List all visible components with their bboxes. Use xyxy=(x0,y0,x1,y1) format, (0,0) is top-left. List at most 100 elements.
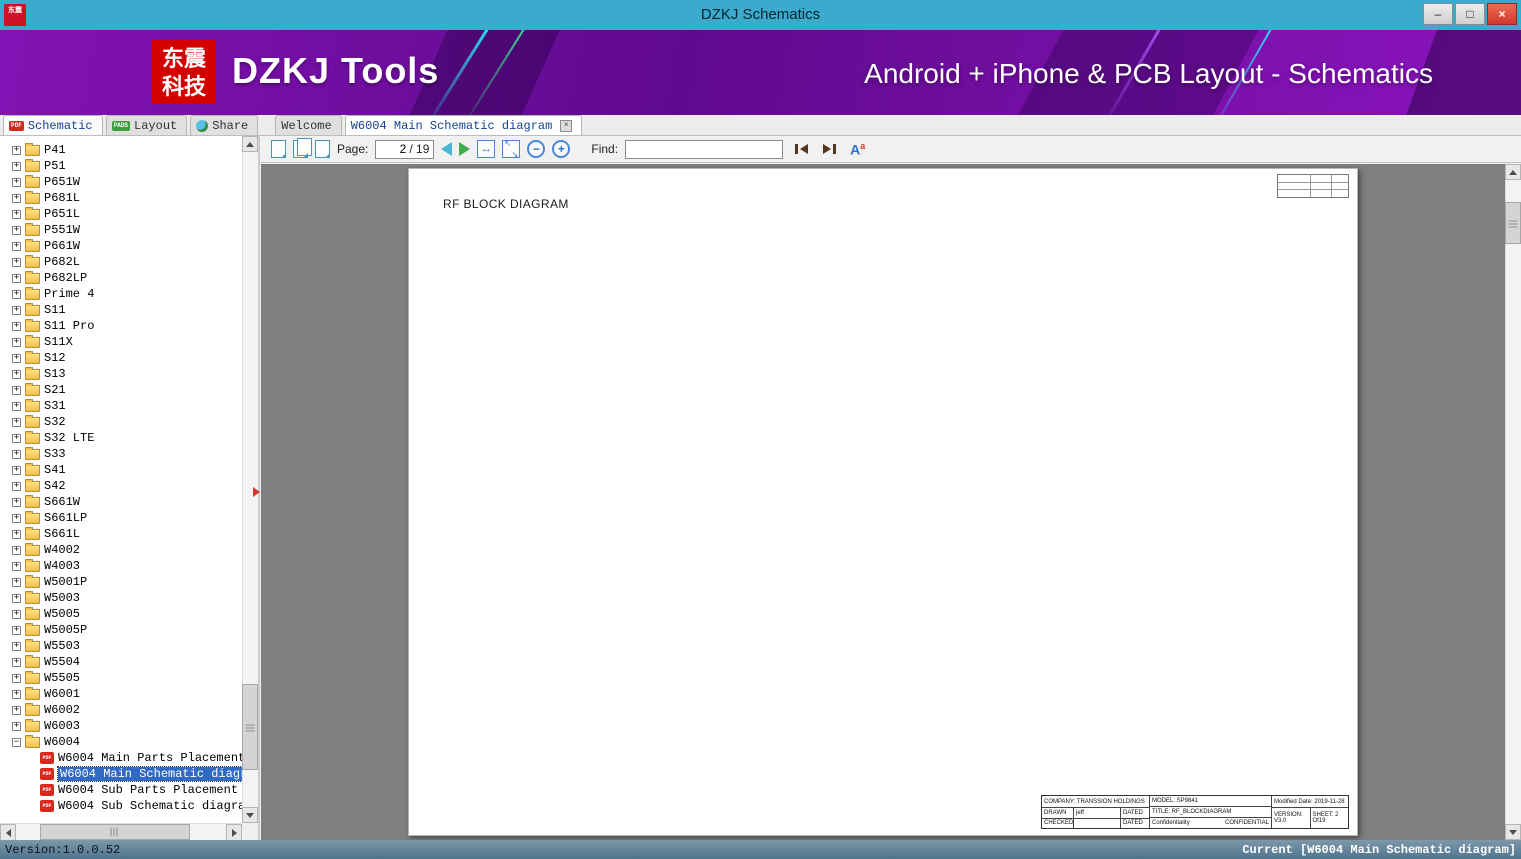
multi-page-icon[interactable] xyxy=(315,140,330,158)
expand-toggle-icon[interactable]: + xyxy=(12,274,21,283)
next-page-button[interactable] xyxy=(459,142,470,156)
scroll-left-button[interactable] xyxy=(0,824,16,841)
tree-folder-row[interactable]: +W4002 xyxy=(0,542,242,558)
expand-toggle-icon[interactable]: + xyxy=(12,338,21,347)
expand-toggle-icon[interactable]: + xyxy=(12,210,21,219)
expand-toggle-icon[interactable]: + xyxy=(12,642,21,651)
tree-folder-row[interactable]: +P51 xyxy=(0,158,242,174)
scroll-right-button[interactable] xyxy=(226,824,242,841)
expand-toggle-icon[interactable]: + xyxy=(12,322,21,331)
tree-folder-row[interactable]: +W5005P xyxy=(0,622,242,638)
tree-folder-row[interactable]: +S11X xyxy=(0,334,242,350)
expand-toggle-icon[interactable]: + xyxy=(12,482,21,491)
expand-toggle-icon[interactable]: + xyxy=(12,386,21,395)
scroll-down-button[interactable] xyxy=(242,807,258,823)
scrollbar-thumb[interactable] xyxy=(242,684,258,770)
expand-toggle-icon[interactable]: − xyxy=(12,738,21,747)
minimize-button[interactable]: – xyxy=(1423,3,1453,25)
tree-folder-row[interactable]: +S41 xyxy=(0,462,242,478)
scrollbar-thumb[interactable] xyxy=(1505,202,1521,244)
expand-toggle-icon[interactable]: + xyxy=(12,370,21,379)
expand-toggle-icon[interactable]: + xyxy=(12,434,21,443)
tree-folder-row[interactable]: +P651W xyxy=(0,174,242,190)
tree-file-row[interactable]: PDFW6004 Sub Parts Placement xyxy=(0,782,242,798)
scroll-up-button[interactable] xyxy=(242,136,258,152)
expand-toggle-icon[interactable]: + xyxy=(12,178,21,187)
tree-folder-row[interactable]: +S42 xyxy=(0,478,242,494)
expand-toggle-icon[interactable]: + xyxy=(12,242,21,251)
tree-folder-row[interactable]: +W5505 xyxy=(0,670,242,686)
expand-toggle-icon[interactable]: + xyxy=(12,306,21,315)
tree-folder-row[interactable]: +W5003 xyxy=(0,590,242,606)
expand-toggle-icon[interactable]: + xyxy=(12,402,21,411)
tree-horizontal-scrollbar[interactable] xyxy=(0,823,242,840)
expand-toggle-icon[interactable]: + xyxy=(12,146,21,155)
font-size-button[interactable]: Aa xyxy=(850,141,865,158)
expand-toggle-icon[interactable]: + xyxy=(12,610,21,619)
maximize-button[interactable]: □ xyxy=(1455,3,1485,25)
close-button[interactable]: × xyxy=(1487,3,1517,25)
tab-close-icon[interactable]: × xyxy=(560,120,572,132)
tree-folder-row[interactable]: +Prime 4 xyxy=(0,286,242,302)
tree-folder-row[interactable]: +W5001P xyxy=(0,574,242,590)
expand-toggle-icon[interactable]: + xyxy=(12,626,21,635)
tree-folder-row[interactable]: +P661W xyxy=(0,238,242,254)
expand-toggle-icon[interactable]: + xyxy=(12,354,21,363)
expand-toggle-icon[interactable]: + xyxy=(12,690,21,699)
find-previous-button[interactable] xyxy=(794,142,810,156)
zoom-in-button[interactable]: + xyxy=(552,140,570,158)
expand-toggle-icon[interactable]: + xyxy=(12,578,21,587)
tree-file-row[interactable]: PDFW6004 Sub Schematic diagram xyxy=(0,798,242,814)
tree-folder-row[interactable]: +S661LP xyxy=(0,510,242,526)
expand-toggle-icon[interactable]: + xyxy=(12,546,21,555)
tab-share[interactable]: Share xyxy=(190,115,258,135)
expand-toggle-icon[interactable]: + xyxy=(12,706,21,715)
expand-toggle-icon[interactable]: + xyxy=(12,530,21,539)
expand-toggle-icon[interactable]: + xyxy=(12,498,21,507)
tree-folder-row[interactable]: +P41 xyxy=(0,142,242,158)
expand-toggle-icon[interactable]: + xyxy=(12,258,21,267)
expand-toggle-icon[interactable]: + xyxy=(12,418,21,427)
tree-folder-row[interactable]: −W6004 xyxy=(0,734,242,750)
tree-folder-row[interactable]: +W6003 xyxy=(0,718,242,734)
expand-toggle-icon[interactable]: + xyxy=(12,658,21,667)
tree-folder-row[interactable]: +S661L xyxy=(0,526,242,542)
snapshot-icon[interactable] xyxy=(293,140,308,158)
tree-file-row[interactable]: PDFW6004 Main Parts Placement xyxy=(0,750,242,766)
tree-folder-row[interactable]: +W4003 xyxy=(0,558,242,574)
expand-toggle-icon[interactable]: + xyxy=(12,194,21,203)
tree-file-row[interactable]: PDFW6004 Main Schematic diagram xyxy=(0,766,242,782)
tree-folder-row[interactable]: +S661W xyxy=(0,494,242,510)
find-input[interactable] xyxy=(625,140,783,159)
tree-folder-row[interactable]: +W5005 xyxy=(0,606,242,622)
expand-toggle-icon[interactable]: + xyxy=(12,562,21,571)
tree-folder-row[interactable]: +P651L xyxy=(0,206,242,222)
tree-folder-row[interactable]: +P682LP xyxy=(0,270,242,286)
tree-folder-row[interactable]: +W5503 xyxy=(0,638,242,654)
expand-toggle-icon[interactable]: + xyxy=(12,466,21,475)
tree-folder-row[interactable]: +W6002 xyxy=(0,702,242,718)
doc-tab-w6004-main-schematic[interactable]: W6004 Main Schematic diagram × xyxy=(345,115,583,135)
doc-tab-welcome[interactable]: Welcome xyxy=(275,115,341,135)
tree-folder-row[interactable]: +P681L xyxy=(0,190,242,206)
tree-folder-row[interactable]: +S13 xyxy=(0,366,242,382)
tree-folder-row[interactable]: +W6001 xyxy=(0,686,242,702)
expand-toggle-icon[interactable]: + xyxy=(12,162,21,171)
expand-toggle-icon[interactable]: + xyxy=(12,290,21,299)
find-next-button[interactable] xyxy=(821,142,837,156)
fit-width-button[interactable]: ↔ xyxy=(477,140,495,158)
scroll-down-button[interactable] xyxy=(1505,824,1521,840)
zoom-out-button[interactable]: − xyxy=(527,140,545,158)
tree-folder-row[interactable]: +W5504 xyxy=(0,654,242,670)
expand-toggle-icon[interactable]: + xyxy=(12,226,21,235)
tree-folder-row[interactable]: +S33 xyxy=(0,446,242,462)
tree-folder-row[interactable]: +S32 xyxy=(0,414,242,430)
fit-page-button[interactable]: ↖ ↘ xyxy=(502,140,520,158)
page-input[interactable] xyxy=(380,142,406,156)
tree-folder-row[interactable]: +S21 xyxy=(0,382,242,398)
copy-page-icon[interactable] xyxy=(271,140,286,158)
tree-folder-row[interactable]: +S32 LTE xyxy=(0,430,242,446)
tab-schematic[interactable]: PDF Schematic xyxy=(3,115,103,135)
expand-toggle-icon[interactable]: + xyxy=(12,594,21,603)
scrollbar-thumb[interactable] xyxy=(40,824,190,840)
